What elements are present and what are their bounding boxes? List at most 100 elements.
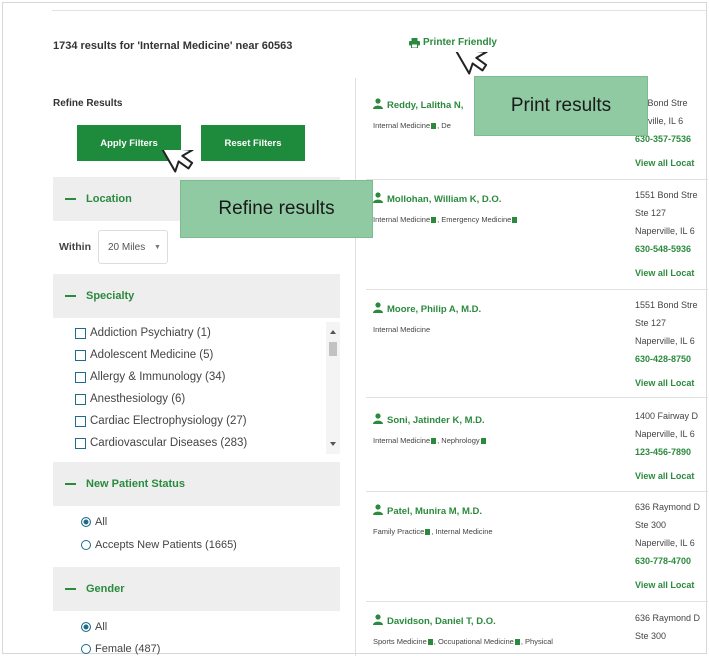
bookmark-icon: [431, 123, 437, 130]
doctor-name-link[interactable]: Soni, Jatinder K, M.D.: [373, 413, 623, 427]
specialty-option[interactable]: Anesthesiology (6): [75, 388, 343, 410]
address-line: Ste 300: [635, 631, 667, 641]
result-divider: [366, 491, 708, 492]
specialty-option[interactable]: Addiction Psychiatry (1): [75, 322, 343, 344]
distance-select[interactable]: 20 Miles ▼: [97, 230, 168, 264]
chevron-down-icon: ▼: [154, 243, 161, 251]
new-patient-option-accepts[interactable]: Accepts New Patients (1665): [81, 539, 237, 551]
view-all-locations-link[interactable]: View all Locat: [635, 264, 709, 282]
specialty-text: Family Practice: [373, 527, 425, 536]
view-all-locations-link[interactable]: View all Locat: [635, 374, 709, 392]
radio[interactable]: [81, 540, 91, 550]
gender-option-all[interactable]: All: [81, 621, 107, 633]
specialty-label: Allergy & Immunology (34): [90, 371, 226, 383]
radio-label: All: [95, 621, 108, 633]
specialty-text: Sports Medicine: [373, 637, 427, 646]
radio-label: Female (487): [95, 643, 161, 655]
checkbox[interactable]: [75, 415, 86, 427]
specialty-option[interactable]: Cardiovascular Diseases (283): [75, 432, 343, 454]
reset-filters-button[interactable]: Reset Filters: [201, 125, 305, 161]
specialty-text: Internal Medicine: [373, 436, 431, 445]
doctor-address: 1551 Bond Stre Ste 127 Naperville, IL 6 …: [635, 186, 709, 282]
doctor-name-link[interactable]: Patel, Munira M, M.D.: [373, 504, 623, 518]
results-count: 1734 results for 'Internal Medicine' nea…: [53, 40, 293, 52]
phone-number[interactable]: 630-428-8750: [635, 350, 709, 368]
doctor-address: 636 Raymond D Ste 300: [635, 609, 709, 645]
address-line: 636 Raymond D: [635, 613, 701, 623]
person-icon: [373, 192, 383, 206]
specialty-option[interactable]: Allergy & Immunology (34): [75, 366, 343, 388]
new-patient-option-all[interactable]: All: [81, 516, 107, 528]
result-divider: [366, 179, 708, 180]
specialty-label: Anesthesiology (6): [90, 393, 186, 405]
gender-option-female[interactable]: Female (487): [81, 643, 160, 655]
doctor-name: Mollohan, William K, D.O.: [387, 193, 502, 205]
specialty-text: Internal Medicine: [373, 215, 431, 224]
doctor-result: Soni, Jatinder K, M.D. Internal Medicine…: [373, 413, 623, 445]
bookmark-icon: [427, 639, 433, 646]
collapse-icon: [65, 295, 76, 297]
new-patient-heading: New Patient Status: [86, 478, 186, 490]
radio-label: All: [95, 516, 108, 528]
radio-selected[interactable]: [81, 517, 91, 527]
bookmark-icon: [512, 217, 518, 224]
specialty-text: Emergency Medicine: [441, 215, 512, 224]
doctor-specialties: Internal Medicine: [373, 325, 623, 334]
address-line: 1551 Bond Stre: [635, 300, 698, 310]
new-patient-section-header[interactable]: New Patient Status: [53, 462, 340, 506]
checkbox[interactable]: [75, 349, 86, 361]
doctor-specialties: Internal Medicine, Emergency Medicine: [373, 215, 623, 224]
printer-friendly-link[interactable]: Printer Friendly: [409, 37, 497, 48]
doctor-name: Moore, Philip A, M.D.: [387, 303, 482, 315]
view-all-locations-link[interactable]: View all Locat: [635, 154, 709, 172]
checkbox[interactable]: [75, 327, 86, 339]
doctor-name: Patel, Munira M, M.D.: [387, 505, 483, 517]
address-line: Ste 300: [635, 520, 667, 530]
checkbox[interactable]: [75, 371, 86, 383]
specialty-text: Physical: [525, 637, 553, 646]
specialty-text: Nephrology: [441, 436, 480, 445]
view-all-locations-link[interactable]: View all Locat: [635, 576, 709, 594]
radio-selected[interactable]: [81, 622, 91, 632]
scroll-down-icon[interactable]: [330, 442, 336, 446]
location-heading: Location: [86, 193, 132, 205]
view-all-locations-link[interactable]: View all Locat: [635, 467, 709, 485]
phone-number[interactable]: 123-456-7890: [635, 443, 709, 461]
result-divider: [366, 601, 708, 602]
bookmark-icon: [431, 438, 437, 445]
phone-number[interactable]: 630-548-5936: [635, 240, 709, 258]
mouse-pointer-icon: [454, 52, 488, 75]
printer-friendly-label: Printer Friendly: [423, 37, 497, 48]
doctor-name: Reddy, Lalitha N,: [387, 99, 464, 111]
doctor-specialties: Internal Medicine, Nephrology: [373, 436, 623, 445]
doctor-name-link[interactable]: Davidson, Daniel T, D.O.: [373, 614, 623, 628]
checkbox[interactable]: [75, 437, 86, 449]
specialty-scrollbar[interactable]: [326, 322, 340, 454]
gender-heading: Gender: [86, 583, 125, 595]
person-icon: [373, 302, 383, 316]
specialty-option[interactable]: Adolescent Medicine (5): [75, 344, 343, 366]
radio[interactable]: [81, 644, 91, 654]
address-line: Ste 127: [635, 318, 667, 328]
doctor-name-link[interactable]: Mollohan, William K, D.O.: [373, 192, 623, 206]
column-divider: [355, 78, 356, 656]
doctor-address: 1400 Fairway D Naperville, IL 6 123-456-…: [635, 407, 709, 485]
address-line: Naperville, IL 6: [635, 429, 695, 439]
mouse-pointer-icon: [160, 150, 194, 173]
phone-number[interactable]: 630-778-4700: [635, 552, 709, 570]
checkbox[interactable]: [75, 393, 86, 405]
bookmark-icon: [514, 639, 520, 646]
specialty-text: Internal Medicine: [373, 121, 431, 130]
scroll-up-icon[interactable]: [330, 330, 336, 334]
address-line: Naperville, IL 6: [635, 226, 695, 236]
within-label: Within: [59, 241, 91, 253]
doctor-result: Davidson, Daniel T, D.O. Sports Medicine…: [373, 614, 623, 646]
specialty-option[interactable]: Cardiac Electrophysiology (27): [75, 410, 343, 432]
within-filter: Within 20 Miles ▼: [59, 230, 168, 264]
person-icon: [373, 614, 383, 628]
scroll-thumb[interactable]: [329, 342, 337, 356]
person-icon: [373, 504, 383, 518]
gender-section-header[interactable]: Gender: [53, 567, 340, 611]
doctor-name-link[interactable]: Moore, Philip A, M.D.: [373, 302, 623, 316]
specialty-section-header[interactable]: Specialty: [53, 274, 340, 318]
